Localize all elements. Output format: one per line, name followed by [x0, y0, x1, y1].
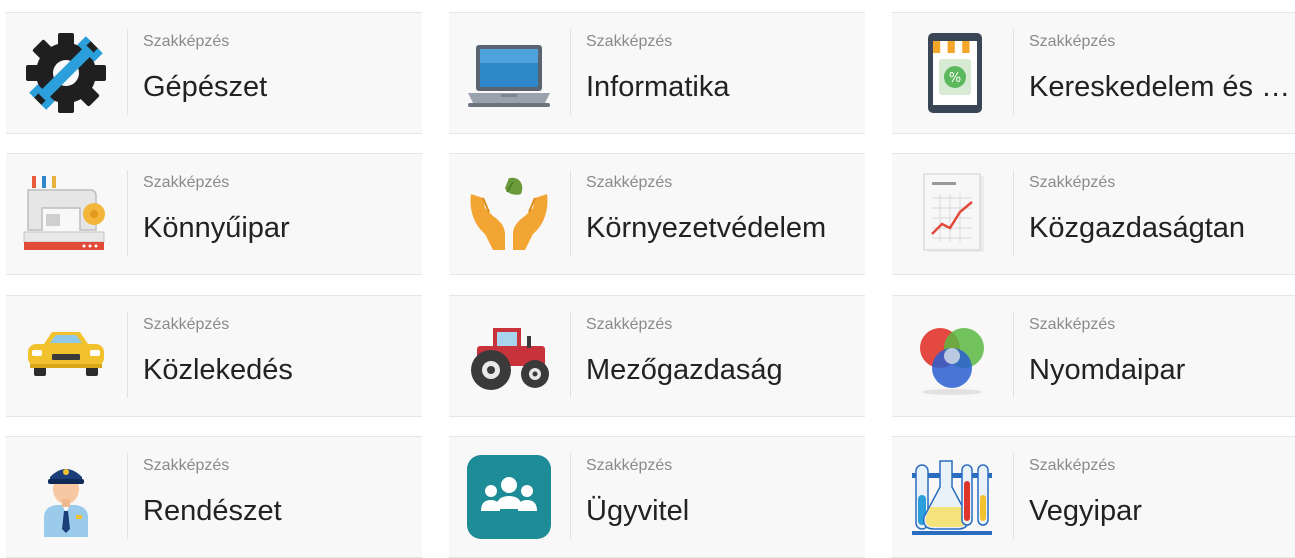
card-title: Mezőgazdaság — [586, 354, 783, 386]
card-divider — [570, 29, 571, 115]
card-subtitle: Szakképzés — [143, 316, 230, 333]
category-card-vegyipar[interactable]: Szakképzés Vegyipar — [892, 436, 1295, 558]
category-card-ugyvitel[interactable]: Szakképzés Ügyvitel — [449, 436, 865, 558]
card-divider — [570, 453, 571, 539]
card-subtitle: Szakképzés — [1029, 316, 1116, 333]
police-officer-icon — [20, 451, 112, 543]
card-subtitle: Szakképzés — [143, 33, 230, 50]
card-subtitle: Szakképzés — [586, 33, 673, 50]
card-title: Kereskedelem és marketing — [1029, 71, 1295, 103]
tractor-icon — [463, 310, 555, 402]
card-title: Nyomdaipar — [1029, 354, 1186, 386]
card-divider — [1013, 453, 1014, 539]
car-icon — [20, 310, 112, 402]
card-subtitle: Szakképzés — [586, 457, 673, 474]
category-grid: Szakképzés Gépészet Szakképzés Informati… — [0, 0, 1295, 558]
test-tubes-icon — [906, 451, 998, 543]
card-title: Gépészet — [143, 71, 268, 103]
category-card-rendeszet[interactable]: Szakképzés Rendészet — [6, 436, 422, 558]
card-title: Környezetvédelem — [586, 212, 827, 244]
shop-tablet-icon: % — [906, 27, 998, 119]
card-subtitle: Szakképzés — [586, 174, 673, 191]
category-card-nyomdaipar[interactable]: Szakképzés Nyomdaipar — [892, 295, 1295, 417]
card-divider — [127, 29, 128, 115]
card-title: Könnyűipar — [143, 212, 290, 244]
category-card-kereskedelem[interactable]: % Szakképzés Kereskedelem és marketing — [892, 12, 1295, 134]
card-divider — [127, 453, 128, 539]
card-title: Közlekedés — [143, 354, 293, 386]
card-divider — [1013, 29, 1014, 115]
card-subtitle: Szakképzés — [143, 174, 230, 191]
card-subtitle: Szakképzés — [1029, 33, 1116, 50]
card-divider — [127, 312, 128, 398]
card-title: Vegyipar — [1029, 495, 1142, 527]
card-divider — [1013, 170, 1014, 256]
hands-leaf-icon — [463, 168, 555, 260]
category-card-mezogazdasag[interactable]: Szakképzés Mezőgazdaság — [449, 295, 865, 417]
category-card-informatika[interactable]: Szakképzés Informatika — [449, 12, 865, 134]
card-divider — [127, 170, 128, 256]
card-subtitle: Szakképzés — [1029, 457, 1116, 474]
category-card-kozgazdasagtan[interactable]: Szakképzés Közgazdaságtan — [892, 153, 1295, 275]
card-divider — [570, 170, 571, 256]
card-divider — [1013, 312, 1014, 398]
card-title: Közgazdaságtan — [1029, 212, 1246, 244]
card-subtitle: Szakképzés — [586, 316, 673, 333]
gear-wrench-icon — [20, 27, 112, 119]
people-group-icon — [463, 451, 555, 543]
chart-document-icon — [906, 168, 998, 260]
card-divider — [570, 312, 571, 398]
category-card-konnyuipar[interactable]: Szakképzés Könnyűipar — [6, 153, 422, 275]
card-title: Informatika — [586, 71, 730, 103]
category-card-kornyezetvedelem[interactable]: Szakképzés Környezetvédelem — [449, 153, 865, 275]
category-card-kozlekedes[interactable]: Szakképzés Közlekedés — [6, 295, 422, 417]
card-subtitle: Szakképzés — [1029, 174, 1116, 191]
sewing-machine-icon — [20, 168, 112, 260]
card-subtitle: Szakképzés — [143, 457, 230, 474]
color-circles-icon — [906, 310, 998, 402]
card-title: Rendészet — [143, 495, 282, 527]
category-card-gepeszet[interactable]: Szakképzés Gépészet — [6, 12, 422, 134]
laptop-icon — [463, 27, 555, 119]
svg-text:%: % — [949, 71, 961, 86]
card-title: Ügyvitel — [586, 495, 690, 527]
